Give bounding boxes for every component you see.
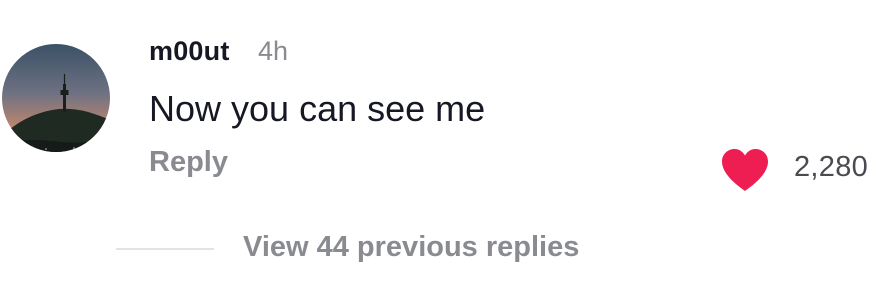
view-previous-replies-button[interactable]: View 44 previous replies: [243, 231, 579, 264]
comment-text: Now you can see me: [149, 88, 486, 129]
like-button[interactable]: [720, 147, 770, 193]
avatar-image: [2, 44, 110, 152]
replies-divider: [116, 248, 214, 250]
comment-timestamp: 4h: [258, 36, 289, 66]
avatar[interactable]: [2, 44, 110, 152]
like-count: 2,280: [794, 151, 869, 183]
comment-section: m00ut 4h Now you can see me Reply 2,280 …: [0, 0, 886, 299]
heart-icon: [722, 149, 768, 191]
comment-username[interactable]: m00ut: [149, 36, 230, 67]
reply-button[interactable]: Reply: [149, 146, 228, 179]
